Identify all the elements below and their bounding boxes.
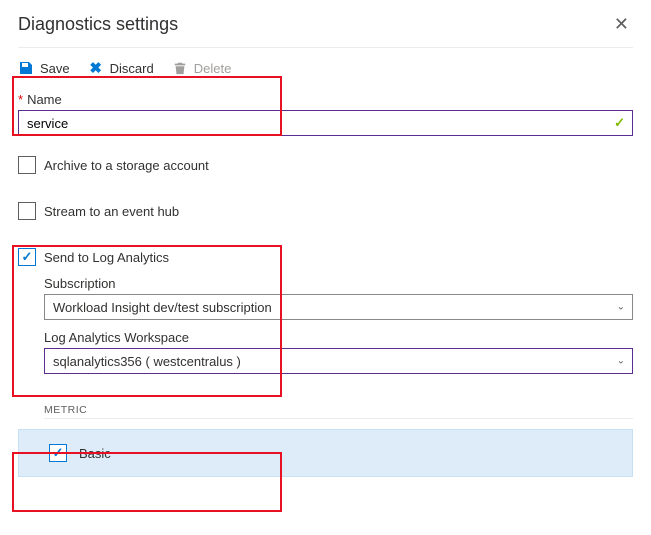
subscription-label: Subscription (44, 276, 633, 291)
name-field-block: *Name ✓ (18, 92, 633, 136)
workspace-dropdown[interactable]: sqlanalytics356 ( westcentralus ) ⌄ (44, 348, 633, 374)
delete-icon (172, 60, 188, 76)
highlight-box (12, 245, 282, 397)
divider (18, 47, 633, 48)
archive-checkbox-row[interactable]: Archive to a storage account (18, 156, 633, 174)
workspace-label: Log Analytics Workspace (44, 330, 633, 345)
discard-icon: ✖ (88, 60, 104, 76)
discard-button[interactable]: ✖ Discard (88, 60, 154, 76)
required-star-icon: * (18, 92, 23, 107)
valid-check-icon: ✓ (614, 115, 625, 131)
chevron-down-icon: ⌄ (617, 356, 625, 367)
toolbar: Save ✖ Discard Delete (18, 56, 633, 86)
workspace-value: sqlanalytics356 ( westcentralus ) (44, 348, 633, 374)
loganalytics-label: Send to Log Analytics (44, 250, 169, 265)
eventhub-checkbox[interactable] (18, 202, 36, 220)
close-icon[interactable]: ✕ (610, 10, 633, 39)
eventhub-checkbox-row[interactable]: Stream to an event hub (18, 202, 633, 220)
subscription-dropdown[interactable]: Workload Insight dev/test subscription ⌄ (44, 294, 633, 320)
eventhub-label: Stream to an event hub (44, 204, 179, 219)
metric-section-header: METRIC (44, 404, 633, 419)
save-icon (18, 60, 34, 76)
metric-basic-label: Basic (79, 446, 111, 461)
archive-label: Archive to a storage account (44, 158, 209, 173)
name-label: *Name (18, 92, 633, 107)
metric-basic-row[interactable]: Basic (18, 429, 633, 477)
loganalytics-checkbox[interactable] (18, 248, 36, 266)
page-title: Diagnostics settings (18, 14, 178, 35)
discard-label: Discard (110, 61, 154, 76)
subscription-value: Workload Insight dev/test subscription (44, 294, 633, 320)
save-button[interactable]: Save (18, 60, 70, 76)
loganalytics-checkbox-row[interactable]: Send to Log Analytics (18, 248, 633, 266)
metric-basic-checkbox[interactable] (49, 444, 67, 462)
delete-label: Delete (194, 61, 232, 76)
chevron-down-icon: ⌄ (617, 302, 625, 313)
save-label: Save (40, 61, 70, 76)
archive-checkbox[interactable] (18, 156, 36, 174)
delete-button: Delete (172, 60, 232, 76)
name-input[interactable] (18, 110, 633, 136)
